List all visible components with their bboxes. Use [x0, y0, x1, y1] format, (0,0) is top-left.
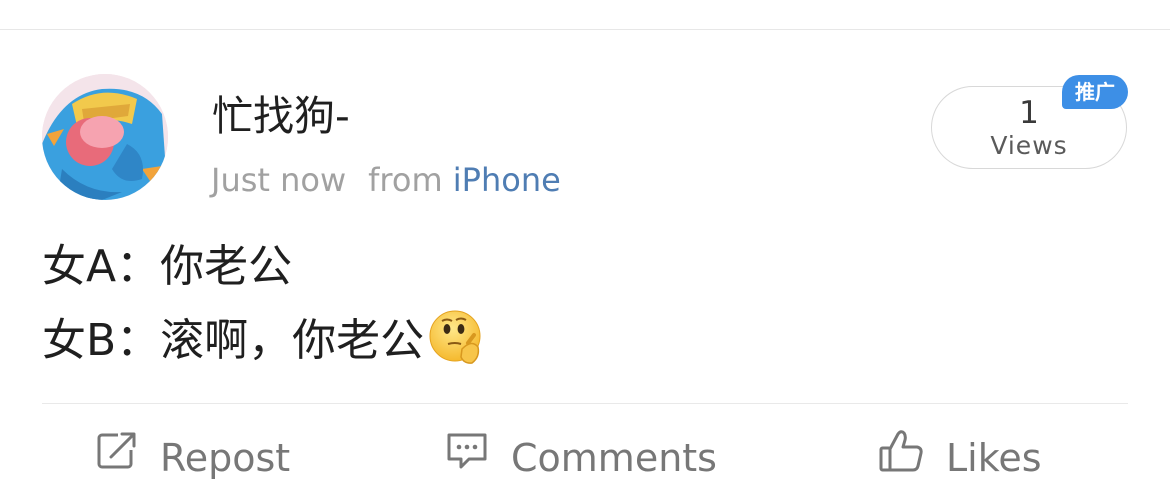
- comments-button[interactable]: Comments: [445, 430, 717, 486]
- source-device-link[interactable]: iPhone: [453, 161, 561, 199]
- repost-label: Repost: [160, 436, 291, 480]
- comments-label: Comments: [511, 436, 717, 480]
- repost-icon: [96, 429, 138, 487]
- comment-icon: [445, 430, 489, 487]
- top-divider: [0, 29, 1170, 30]
- source-prefix: from: [368, 161, 443, 199]
- likes-button[interactable]: Likes: [878, 428, 1042, 489]
- repost-button[interactable]: Repost: [96, 429, 291, 487]
- avatar[interactable]: [42, 74, 168, 200]
- thumbs-up-icon: [878, 428, 924, 489]
- post-text-line-with-emoji: 女B：滚啊，你老公: [42, 309, 486, 368]
- post-timestamp: Just now: [211, 161, 347, 199]
- views-label: Views: [990, 131, 1068, 160]
- promo-badge: 推广: [1062, 75, 1128, 109]
- post-text-line: 女A：你老公: [42, 241, 293, 292]
- actions-divider: [42, 403, 1128, 404]
- post-meta: Just now from iPhone: [211, 160, 561, 200]
- thinking-face-emoji-icon: [428, 309, 486, 367]
- weibo-post-card: 忙找狗- Just now from iPhone 1 Views 推广 女A：你…: [0, 0, 1170, 499]
- post-text-line: 女B：滚啊，你老公: [42, 315, 425, 366]
- likes-label: Likes: [946, 436, 1042, 480]
- author-name[interactable]: 忙找狗-: [212, 91, 350, 141]
